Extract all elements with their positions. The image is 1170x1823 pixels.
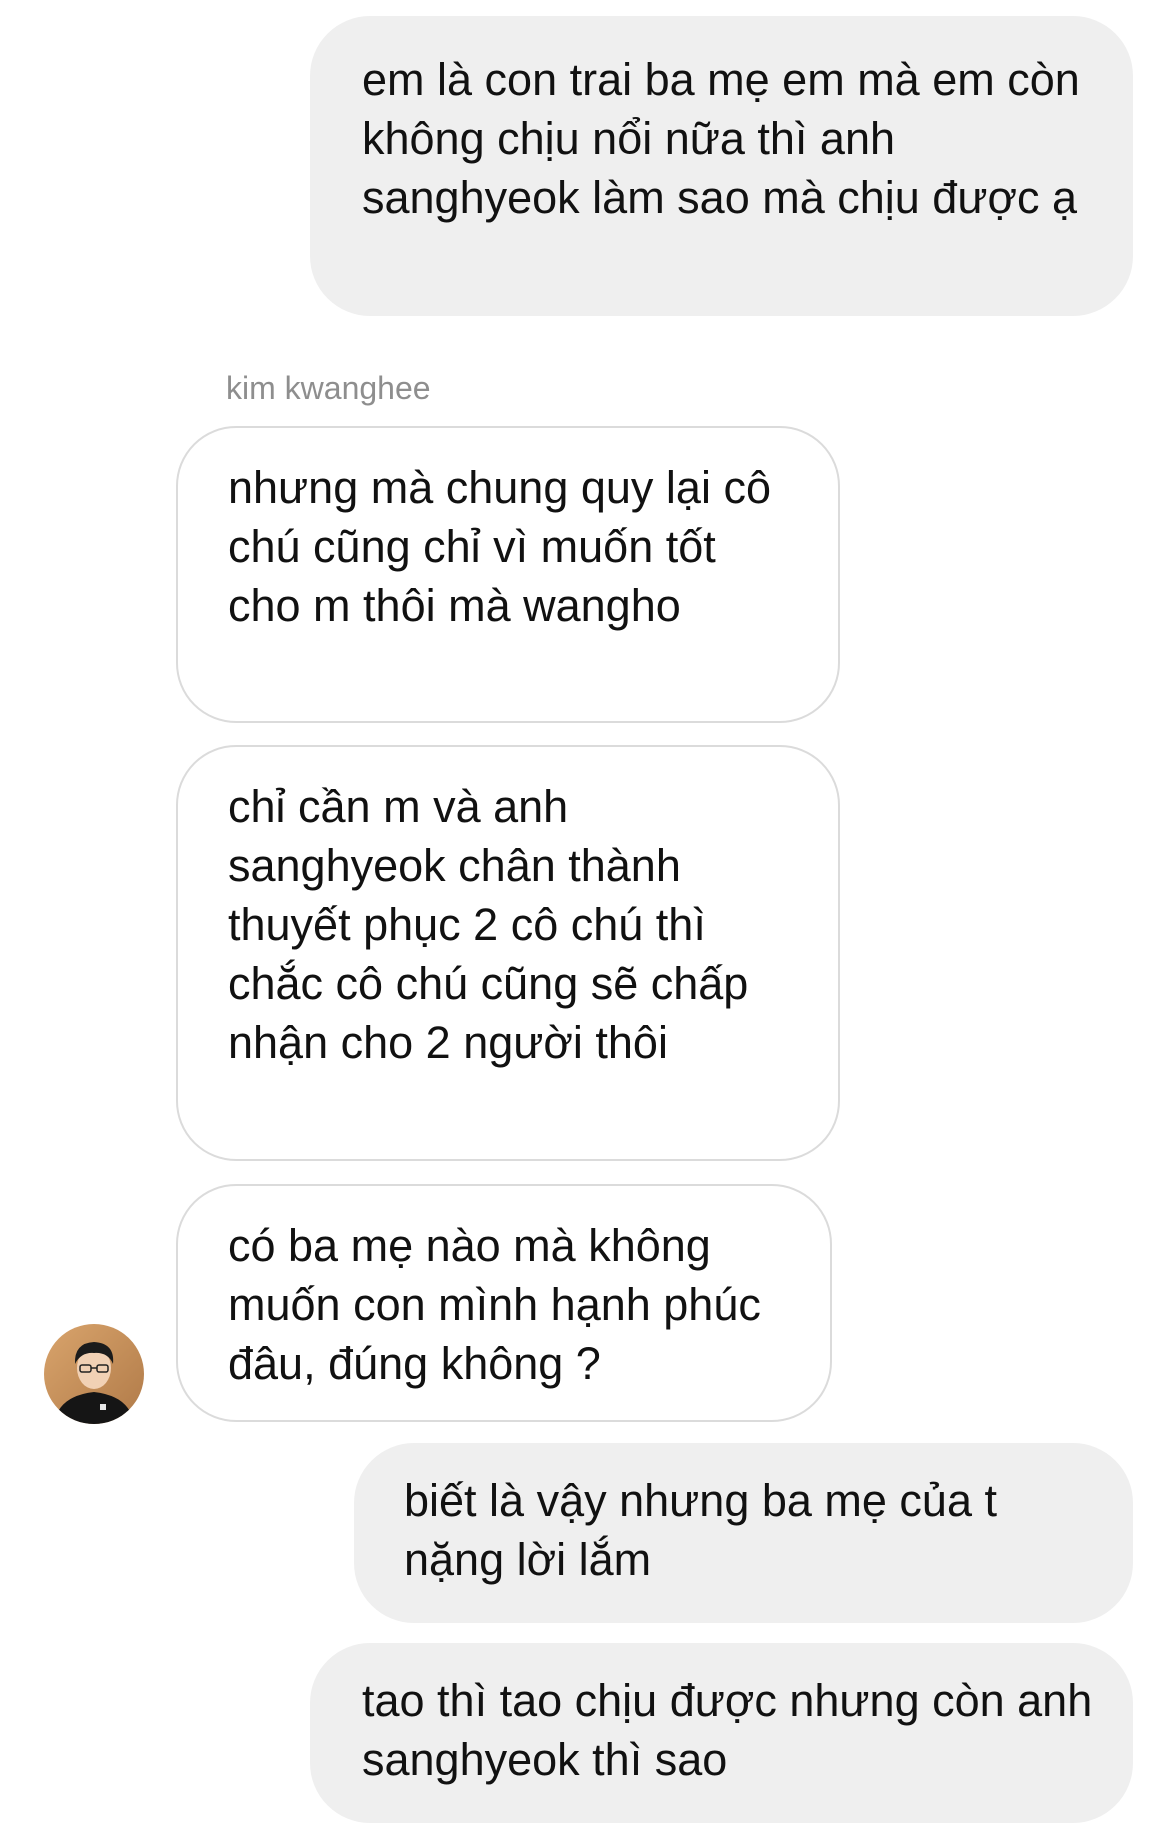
message-bubble-outgoing[interactable]: em là con trai ba mẹ em mà em còn không … [310,16,1133,316]
message-text: nhưng mà chung quy lại cô chú cũng chỉ v… [228,462,771,631]
message-text: chỉ cần m và anh sanghyeok chân thành th… [228,781,749,1068]
avatar-image [44,1324,144,1424]
message-bubble-incoming[interactable]: nhưng mà chung quy lại cô chú cũng chỉ v… [176,426,840,723]
message-bubble-incoming[interactable]: chỉ cần m và anh sanghyeok chân thành th… [176,745,840,1161]
message-bubble-incoming[interactable]: có ba mẹ nào mà không muốn con mình hạnh… [176,1184,832,1422]
message-text: em là con trai ba mẹ em mà em còn không … [362,54,1080,223]
message-text: tao thì tao chịu được nhưng còn anh sang… [362,1675,1093,1785]
message-bubble-outgoing[interactable]: biết là vậy nhưng ba mẹ của t nặng lời l… [354,1443,1133,1623]
avatar[interactable] [44,1324,144,1424]
message-text: biết là vậy nhưng ba mẹ của t nặng lời l… [404,1475,997,1585]
message-text: có ba mẹ nào mà không muốn con mình hạnh… [228,1220,761,1389]
sender-name: kim kwanghee [226,370,431,406]
message-bubble-outgoing[interactable]: tao thì tao chịu được nhưng còn anh sang… [310,1643,1133,1823]
